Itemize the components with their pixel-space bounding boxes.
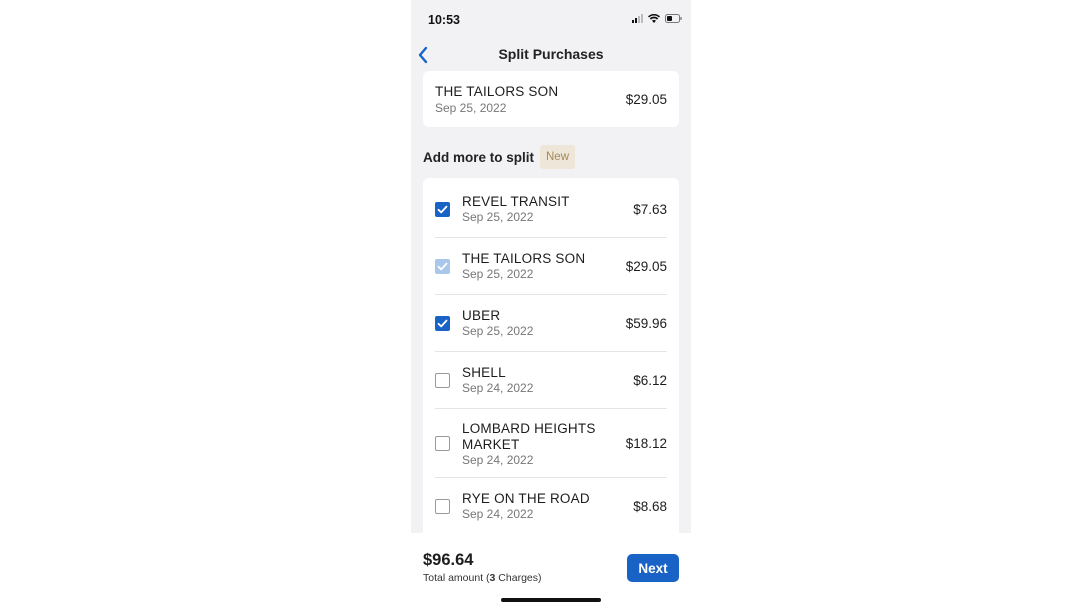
transaction-text: LOMBARD HEIGHTS MARKET Sep 24, 2022 bbox=[462, 421, 596, 468]
new-badge: New bbox=[540, 145, 576, 169]
checkbox-unchecked[interactable] bbox=[435, 499, 450, 514]
phone-screen: 10:53 Split Purchases THE TAILORS SON Se… bbox=[411, 0, 691, 608]
selected-purchase-card: THE TAILORS SON Sep 25, 2022 $29.05 bbox=[423, 71, 679, 127]
transaction-text: SHELL Sep 24, 2022 bbox=[462, 365, 533, 396]
checkbox-checked[interactable] bbox=[435, 316, 450, 331]
total-label-suffix: Charges) bbox=[495, 572, 542, 584]
checkbox-disabled bbox=[435, 259, 450, 274]
checkmark-icon bbox=[437, 319, 448, 328]
section-header: Add more to split New bbox=[423, 145, 576, 169]
status-time: 10:53 bbox=[428, 13, 460, 27]
transaction-date: Sep 24, 2022 bbox=[462, 507, 534, 521]
transaction-amount: $6.12 bbox=[633, 373, 667, 388]
checkmark-icon bbox=[437, 205, 448, 214]
checkbox-unchecked[interactable] bbox=[435, 436, 450, 451]
status-bar: 10:53 bbox=[411, 0, 691, 40]
transaction-text: THE TAILORS SON Sep 25, 2022 bbox=[462, 251, 585, 282]
transaction-text: REVEL TRANSIT Sep 25, 2022 bbox=[462, 194, 570, 225]
home-indicator bbox=[501, 598, 601, 602]
transaction-date: Sep 25, 2022 bbox=[462, 324, 534, 338]
total-label-prefix: Total amount ( bbox=[423, 572, 490, 584]
transaction-text: UBER Sep 25, 2022 bbox=[462, 308, 533, 339]
transaction-row: THE TAILORS SON Sep 25, 2022 $29.05 bbox=[423, 238, 679, 295]
selected-date: Sep 25, 2022 bbox=[435, 101, 507, 115]
selected-amount: $29.05 bbox=[625, 92, 667, 107]
transaction-date: Sep 24, 2022 bbox=[462, 381, 534, 395]
checkbox-checked[interactable] bbox=[435, 202, 450, 217]
transaction-date: Sep 24, 2022 bbox=[462, 453, 534, 467]
transaction-merchant: THE TAILORS SON bbox=[462, 251, 586, 266]
bottom-bar: $96.64 Total amount (3 Charges) Next bbox=[411, 533, 691, 608]
transaction-text: RYE ON THE ROAD Sep 24, 2022 bbox=[462, 491, 590, 522]
transaction-merchant: SHELL bbox=[462, 365, 506, 380]
transaction-row[interactable]: LOMBARD HEIGHTS MARKET Sep 24, 2022 $18.… bbox=[423, 409, 679, 478]
transaction-merchant: UBER bbox=[462, 308, 501, 323]
transaction-merchant-line2: MARKET bbox=[462, 437, 520, 452]
transaction-merchant: RYE ON THE ROAD bbox=[462, 491, 590, 506]
transaction-row[interactable]: UBER Sep 25, 2022 $59.96 bbox=[423, 295, 679, 352]
transaction-amount: $18.12 bbox=[625, 436, 667, 451]
total-amount: $96.64 bbox=[423, 551, 474, 569]
transaction-row[interactable]: RYE ON THE ROAD Sep 24, 2022 $8.68 bbox=[423, 478, 679, 535]
nav-bar: Split Purchases bbox=[411, 40, 691, 68]
transaction-amount: $8.68 bbox=[633, 499, 667, 514]
checkmark-icon bbox=[437, 262, 448, 271]
transaction-date: Sep 25, 2022 bbox=[462, 210, 534, 224]
checkbox-unchecked[interactable] bbox=[435, 373, 450, 388]
transaction-amount: $7.63 bbox=[633, 202, 667, 217]
transaction-amount: $59.96 bbox=[625, 316, 667, 331]
transaction-amount: $29.05 bbox=[625, 259, 667, 274]
transaction-row[interactable]: SHELL Sep 24, 2022 $6.12 bbox=[423, 352, 679, 409]
selected-merchant: THE TAILORS SON bbox=[435, 84, 559, 99]
transaction-date: Sep 25, 2022 bbox=[462, 267, 534, 281]
transaction-merchant: REVEL TRANSIT bbox=[462, 194, 570, 209]
wifi-icon bbox=[648, 14, 660, 23]
section-title: Add more to split bbox=[423, 149, 534, 165]
next-button[interactable]: Next bbox=[627, 554, 679, 582]
transaction-merchant-line1: LOMBARD HEIGHTS bbox=[462, 421, 596, 436]
signal-icon bbox=[632, 14, 643, 23]
transaction-list: REVEL TRANSIT Sep 25, 2022 $7.63 THE TAI… bbox=[423, 178, 679, 538]
status-icons bbox=[632, 14, 682, 23]
page-title: Split Purchases bbox=[498, 46, 604, 62]
battery-icon bbox=[665, 14, 682, 23]
total-label: Total amount (3 Charges) bbox=[423, 572, 542, 584]
transaction-row[interactable]: REVEL TRANSIT Sep 25, 2022 $7.63 bbox=[423, 178, 679, 238]
